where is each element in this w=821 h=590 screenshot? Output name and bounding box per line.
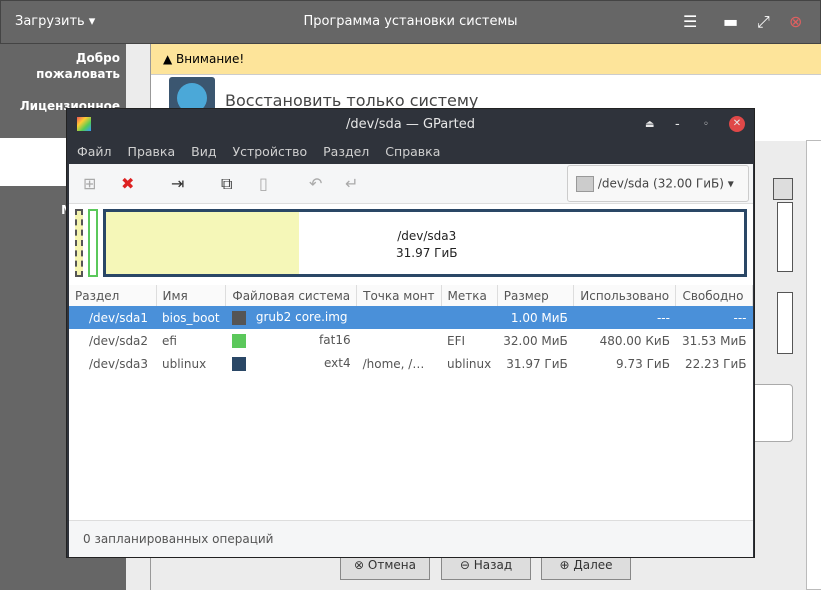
fs-color-swatch xyxy=(231,333,246,348)
col-label[interactable]: Метка xyxy=(441,285,498,306)
col-mount[interactable]: Точка монт xyxy=(356,285,442,306)
cell-label xyxy=(441,306,498,329)
scrollbar[interactable] xyxy=(777,292,793,354)
cell-part: /dev/sda2 xyxy=(89,333,149,348)
menu-help[interactable]: Справка xyxy=(385,140,440,164)
fs-label: fat16 xyxy=(319,333,351,348)
gparted-window: /dev/sda — GParted ⏏ - ◦ ✕ Файл Правка В… xyxy=(66,108,755,558)
menu-bar: Файл Правка Вид Устройство Раздел Справк… xyxy=(67,140,754,164)
partition-table: Раздел Имя Файловая система Точка монт М… xyxy=(69,285,753,375)
warning-bar: ▲ Внимание! xyxy=(151,44,821,75)
cell-part: /dev/sda3 xyxy=(89,356,149,371)
cell-size: 1.00 МиБ xyxy=(497,306,574,329)
cell-label: ublinux xyxy=(447,356,492,371)
cell-mount xyxy=(357,329,441,352)
minimize-icon[interactable]: - xyxy=(675,109,680,140)
partition-sda1-block[interactable] xyxy=(75,209,83,277)
warning-text: Внимание! xyxy=(176,52,245,66)
main-scrollbar[interactable] xyxy=(806,140,821,590)
maximize-icon[interactable]: ⤢ xyxy=(757,12,770,32)
cell-free: 31.53 МиБ xyxy=(681,333,747,348)
cell-used: 9.73 ГиБ xyxy=(616,356,670,371)
cell-part: /dev/sda1 xyxy=(69,306,156,329)
fs-color-swatch xyxy=(231,310,246,325)
close-icon[interactable]: ✕ xyxy=(729,116,745,132)
info-box xyxy=(751,384,793,442)
gparted-title: /dev/sda — GParted xyxy=(346,117,475,132)
table-row[interactable]: /dev/sda1 bios_boot grub2 core.img 1.00 МиБ… xyxy=(69,306,753,329)
close-icon[interactable]: ⊗ xyxy=(789,12,802,31)
table-header: Раздел Имя Файловая система Точка монт М… xyxy=(69,285,753,306)
partition-sda3-block[interactable]: /dev/sda3 31.97 ГиБ xyxy=(103,209,747,277)
cell-used: --- xyxy=(573,306,676,329)
cell-free: --- xyxy=(675,306,753,329)
cell-filesystem: ext4 xyxy=(226,352,357,375)
pie-chart-button[interactable] xyxy=(773,178,793,200)
undo-icon[interactable]: ↶ xyxy=(309,174,322,193)
copy-icon[interactable]: ⧉ xyxy=(221,174,232,194)
cell-used: 480.00 КиБ xyxy=(599,333,670,348)
fs-label: grub2 core.img xyxy=(255,310,348,325)
cell-size: 32.00 МиБ xyxy=(503,333,568,348)
col-used[interactable]: Использовано xyxy=(573,285,677,306)
cell-name: ublinux xyxy=(162,356,207,371)
cell-name: bios_boot xyxy=(156,306,226,329)
menu-view[interactable]: Вид xyxy=(191,140,216,164)
toolbar: ⊞ ✖ ⇥ ⧉ ▯ ↶ ↵ /dev/sda (32.00 ГиБ) ▾ xyxy=(69,164,753,204)
menu-edit[interactable]: Правка xyxy=(128,140,176,164)
fs-label: ext4 xyxy=(323,356,351,371)
gparted-app-icon xyxy=(77,117,91,131)
cell-filesystem: grub2 core.img xyxy=(225,306,357,329)
minimize-icon[interactable]: ▬ xyxy=(723,12,738,31)
new-partition-icon[interactable]: ⊞ xyxy=(83,174,96,193)
delete-icon[interactable]: ✖ xyxy=(121,174,134,193)
gparted-content: ⊞ ✖ ⇥ ⧉ ▯ ↶ ↵ /dev/sda (32.00 ГиБ) ▾ /de… xyxy=(69,164,753,557)
col-partition[interactable]: Раздел xyxy=(69,285,157,306)
status-bar: 0 запланированных операций xyxy=(69,520,753,557)
menu-file[interactable]: Файл xyxy=(77,140,112,164)
table-row[interactable]: /dev/sda3 ublinux ext4/home, /… ublinux 31.9… xyxy=(69,352,753,375)
cell-label: EFI xyxy=(447,333,466,348)
apply-icon[interactable]: ↵ xyxy=(345,174,358,193)
cell-mount xyxy=(356,306,442,329)
maximize-icon[interactable]: ◦ xyxy=(703,109,709,140)
menu-icon[interactable]: ☰ xyxy=(683,12,697,31)
resize-icon[interactable]: ⇥ xyxy=(171,174,184,193)
cell-filesystem: fat16 xyxy=(226,329,357,352)
cell-size: 31.97 ГиБ xyxy=(506,356,568,371)
header-bar: Загрузить ▾ Программа установки системы … xyxy=(0,0,821,44)
scrollbar[interactable] xyxy=(777,202,793,272)
cell-free: 22.23 ГиБ xyxy=(684,356,747,371)
cell-name: efi xyxy=(162,333,177,348)
disk-map: /dev/sda3 31.97 ГиБ xyxy=(69,205,753,282)
device-label: /dev/sda (32.00 ГиБ) xyxy=(597,176,724,191)
col-size[interactable]: Размер xyxy=(497,285,575,306)
drive-icon xyxy=(576,176,594,192)
cell-mount: /home, /… xyxy=(362,356,425,371)
shade-icon[interactable]: ⏏ xyxy=(645,109,654,140)
sidebar-item[interactable]: Добро пожаловать xyxy=(20,50,120,82)
menu-device[interactable]: Устройство xyxy=(232,140,307,164)
col-name[interactable]: Имя xyxy=(156,285,227,306)
device-select[interactable]: /dev/sda (32.00 ГиБ) ▾ xyxy=(567,165,749,202)
gparted-titlebar: /dev/sda — GParted ⏏ - ◦ ✕ xyxy=(67,109,754,140)
col-free[interactable]: Свободно xyxy=(675,285,753,306)
menu-partition[interactable]: Раздел xyxy=(323,140,369,164)
fs-color-swatch xyxy=(231,356,246,371)
disk-partition-label: /dev/sda3 xyxy=(397,229,457,243)
paste-icon[interactable]: ▯ xyxy=(259,174,268,193)
table-row[interactable]: /dev/sda2 efi fat16 EFI 32.00 МиБ 480.00 КиБ 3… xyxy=(69,329,753,352)
partition-sda2-block[interactable] xyxy=(88,209,98,277)
disk-partition-size: 31.97 ГиБ xyxy=(396,246,458,260)
col-filesystem[interactable]: Файловая система xyxy=(225,285,358,306)
